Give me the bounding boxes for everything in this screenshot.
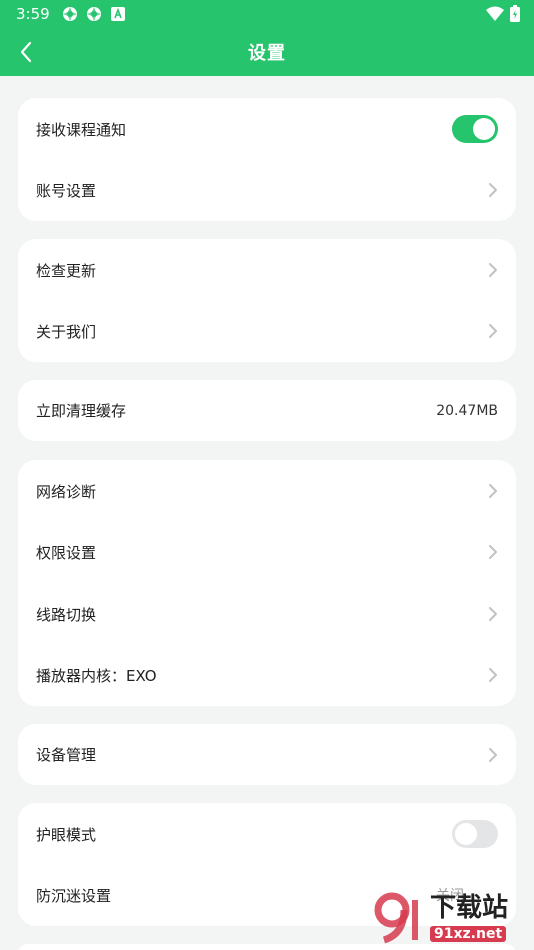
app-notification-icon bbox=[86, 6, 102, 22]
setting-label: 关于我们 bbox=[36, 322, 97, 341]
setting-label: 线路切换 bbox=[36, 605, 97, 624]
cache-size-value: 20.47MB bbox=[436, 402, 498, 419]
top-bar: 3:59 设置 bbox=[0, 0, 534, 76]
setting-label: 权限设置 bbox=[36, 543, 97, 562]
setting-label: 检查更新 bbox=[36, 261, 97, 280]
setting-permissions[interactable]: 权限设置 bbox=[18, 521, 516, 583]
notification-toggle[interactable] bbox=[452, 115, 498, 143]
setting-device-management[interactable]: 设备管理 bbox=[18, 724, 516, 785]
chevron-right-icon bbox=[489, 484, 497, 498]
setting-label: 网络诊断 bbox=[36, 482, 97, 501]
toggle-knob bbox=[455, 823, 477, 845]
a-notification-icon bbox=[110, 6, 126, 22]
watermark-main-text: 下载站 bbox=[430, 892, 509, 923]
app-bar: 设置 bbox=[0, 28, 534, 76]
back-button[interactable] bbox=[12, 38, 40, 66]
watermark: 下载站 91xz.net bbox=[370, 884, 530, 950]
setting-label: 播放器内核：EXO bbox=[36, 666, 157, 685]
setting-receive-course-notifications[interactable]: 接收课程通知 bbox=[18, 98, 516, 160]
eye-protection-toggle[interactable] bbox=[452, 820, 498, 848]
chevron-left-icon bbox=[20, 41, 32, 63]
settings-group-cache: 立即清理缓存 20.47MB bbox=[18, 380, 516, 441]
watermark-sub-text: 91xz.net bbox=[430, 925, 507, 942]
status-right bbox=[486, 5, 520, 26]
setting-network-diagnosis[interactable]: 网络诊断 bbox=[18, 460, 516, 522]
battery-icon bbox=[510, 5, 520, 26]
setting-account[interactable]: 账号设置 bbox=[18, 159, 516, 221]
status-time: 3:59 bbox=[16, 5, 50, 23]
setting-player-core[interactable]: 播放器内核：EXO bbox=[18, 644, 516, 706]
chevron-right-icon bbox=[489, 607, 497, 621]
settings-group-about: 检查更新 关于我们 bbox=[18, 239, 516, 362]
setting-check-update[interactable]: 检查更新 bbox=[18, 239, 516, 301]
setting-label: 护眼模式 bbox=[36, 825, 97, 844]
page-title: 设置 bbox=[248, 43, 286, 64]
settings-group-network: 网络诊断 权限设置 线路切换 播放器内核：EXO bbox=[18, 460, 516, 706]
toggle-knob bbox=[473, 118, 495, 140]
chevron-right-icon bbox=[489, 747, 497, 762]
status-bar: 3:59 bbox=[0, 0, 534, 28]
wifi-icon bbox=[486, 6, 504, 26]
setting-clear-cache[interactable]: 立即清理缓存 20.47MB bbox=[18, 380, 516, 441]
chevron-right-icon bbox=[489, 324, 497, 338]
setting-about-us[interactable]: 关于我们 bbox=[18, 300, 516, 362]
setting-label: 设备管理 bbox=[36, 746, 97, 764]
settings-group-devices: 设备管理 bbox=[18, 724, 516, 785]
app-notification-icon bbox=[62, 6, 78, 22]
chevron-right-icon bbox=[489, 183, 497, 197]
setting-label: 账号设置 bbox=[36, 181, 97, 200]
settings-group-notifications: 接收课程通知 账号设置 bbox=[18, 98, 516, 221]
setting-route-switch[interactable]: 线路切换 bbox=[18, 583, 516, 645]
setting-label: 接收课程通知 bbox=[36, 120, 127, 139]
chevron-right-icon bbox=[489, 263, 497, 277]
setting-label: 立即清理缓存 bbox=[36, 402, 127, 420]
watermark-logo-icon bbox=[374, 892, 418, 944]
chevron-right-icon bbox=[489, 668, 497, 682]
setting-eye-protection[interactable]: 护眼模式 bbox=[18, 803, 516, 865]
setting-label: 防沉迷设置 bbox=[36, 886, 112, 905]
chevron-right-icon bbox=[489, 545, 497, 559]
